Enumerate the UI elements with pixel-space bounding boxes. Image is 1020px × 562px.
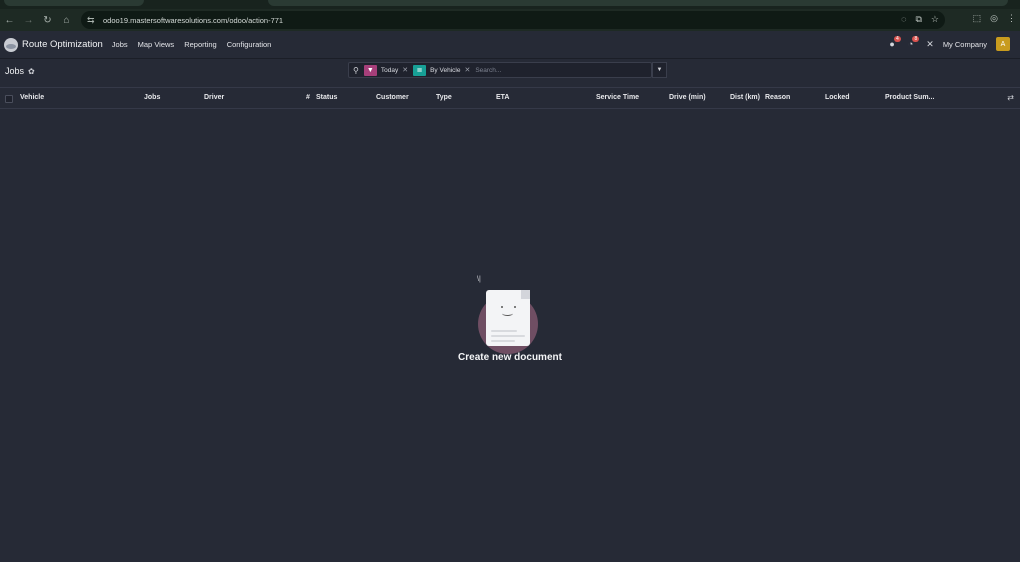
optional-columns-icon[interactable]: ⇄ <box>1007 93 1014 102</box>
caret-down-icon: ▼ <box>656 67 663 73</box>
close-icon[interactable]: ✕ <box>402 66 408 74</box>
group-by-icon: ≣ <box>413 64 427 76</box>
messages-badge: 4 <box>894 36 901 42</box>
empty-state-title: Create new document <box>458 352 562 363</box>
profile-icon[interactable]: ◎ <box>990 13 998 24</box>
smiling-document-icon <box>486 290 530 346</box>
extensions-icon[interactable]: ⬚ <box>973 13 982 24</box>
browser-tab-strip <box>0 0 1020 9</box>
install-icon[interactable]: ⧉ <box>915 14 921 25</box>
messages-icon[interactable]: ● 4 <box>889 36 901 49</box>
column-header-drive-min[interactable]: Drive (min) <box>669 94 706 101</box>
page-title: Jobs <box>5 66 25 76</box>
filter-icon: ▼ <box>363 64 377 76</box>
browser-tab-active[interactable] <box>268 0 1008 6</box>
activities-icon[interactable]: ◔ 8 <box>908 36 920 49</box>
column-header-reason[interactable]: Reason <box>765 94 790 101</box>
search-bar[interactable]: ⚲ ▼ Today ✕ ≣ By Vehicle ✕ <box>348 62 652 78</box>
company-switcher[interactable]: My Company <box>943 40 987 49</box>
browser-tab[interactable] <box>4 0 144 6</box>
column-header-locked[interactable]: Locked <box>825 94 850 101</box>
control-panel: Jobs ✿ ⚲ ▼ Today ✕ ≣ By Vehicle ✕ ▼ <box>0 59 1020 87</box>
forward-icon[interactable]: → <box>19 9 38 31</box>
facet-by-vehicle: ≣ By Vehicle ✕ <box>413 64 470 76</box>
address-bar[interactable]: ⇆ odoo19.mastersoftwaresolutions.com/odo… <box>81 11 945 29</box>
menu-item-jobs[interactable]: Jobs <box>112 40 128 49</box>
page: ← → ↻ ⌂ ⇆ odoo19.mastersoftwaresolutions… <box>0 0 1020 562</box>
column-header-dist-km[interactable]: Dist (km) <box>730 94 760 101</box>
menu-item-map-views[interactable]: Map Views <box>138 40 175 49</box>
column-header-jobs[interactable]: Jobs <box>144 94 160 101</box>
bookmark-star-icon[interactable]: ☆ <box>931 14 939 25</box>
facet-today: ▼ Today ✕ <box>363 64 408 76</box>
gear-icon[interactable]: ✿ <box>28 67 35 76</box>
column-header-customer[interactable]: Customer <box>376 94 409 101</box>
search-icon[interactable]: ⚲ <box>353 66 359 75</box>
column-header-service-time[interactable]: Service Time <box>596 94 639 101</box>
app-logo-icon[interactable] <box>4 37 18 52</box>
column-header-product-sum[interactable]: Product Sum... <box>885 94 934 101</box>
tools-icon[interactable]: ✕ <box>926 39 934 50</box>
column-header-driver[interactable]: Driver <box>204 94 224 101</box>
eye-off-icon[interactable]: ◌ <box>901 14 906 25</box>
empty-state: \| Create new document <box>0 270 1020 380</box>
select-all-checkbox[interactable] <box>5 95 13 103</box>
column-header-type[interactable]: Type <box>436 94 452 101</box>
browser-toolbar: ← → ↻ ⌂ ⇆ odoo19.mastersoftwaresolutions… <box>0 9 1020 31</box>
browser-menu-icon[interactable]: ⋮ <box>1007 13 1016 24</box>
column-header-vehicle[interactable]: Vehicle <box>20 94 44 101</box>
column-header-eta[interactable]: ETA <box>496 94 509 101</box>
search-options-toggle[interactable]: ▼ <box>652 62 667 78</box>
main-navbar: Route Optimization Jobs Map Views Report… <box>0 31 1020 59</box>
list-header: Vehicle Jobs Driver # Status Customer Ty… <box>0 87 1020 109</box>
user-avatar[interactable]: A <box>996 37 1010 51</box>
reload-icon[interactable]: ↻ <box>38 9 57 31</box>
app-name[interactable]: Route Optimization <box>22 39 103 50</box>
breadcrumb: Jobs ✿ <box>5 66 35 76</box>
column-header-status[interactable]: Status <box>316 94 337 101</box>
facet-label: Today <box>380 66 399 74</box>
menu-item-reporting[interactable]: Reporting <box>184 40 217 49</box>
sparkle-icon: \| <box>477 276 481 283</box>
close-icon[interactable]: ✕ <box>464 66 470 74</box>
search-input[interactable] <box>475 66 616 74</box>
url-text: odoo19.mastersoftwaresolutions.com/odoo/… <box>103 15 284 25</box>
menu-item-configuration[interactable]: Configuration <box>227 40 272 49</box>
empty-document-illustration: \| <box>474 276 544 354</box>
facet-label: By Vehicle <box>430 66 461 74</box>
back-icon[interactable]: ← <box>0 9 19 31</box>
site-info-icon[interactable]: ⇆ <box>87 15 97 25</box>
home-icon[interactable]: ⌂ <box>57 9 76 31</box>
activities-badge: 8 <box>912 36 920 42</box>
column-header-number[interactable]: # <box>306 94 310 101</box>
